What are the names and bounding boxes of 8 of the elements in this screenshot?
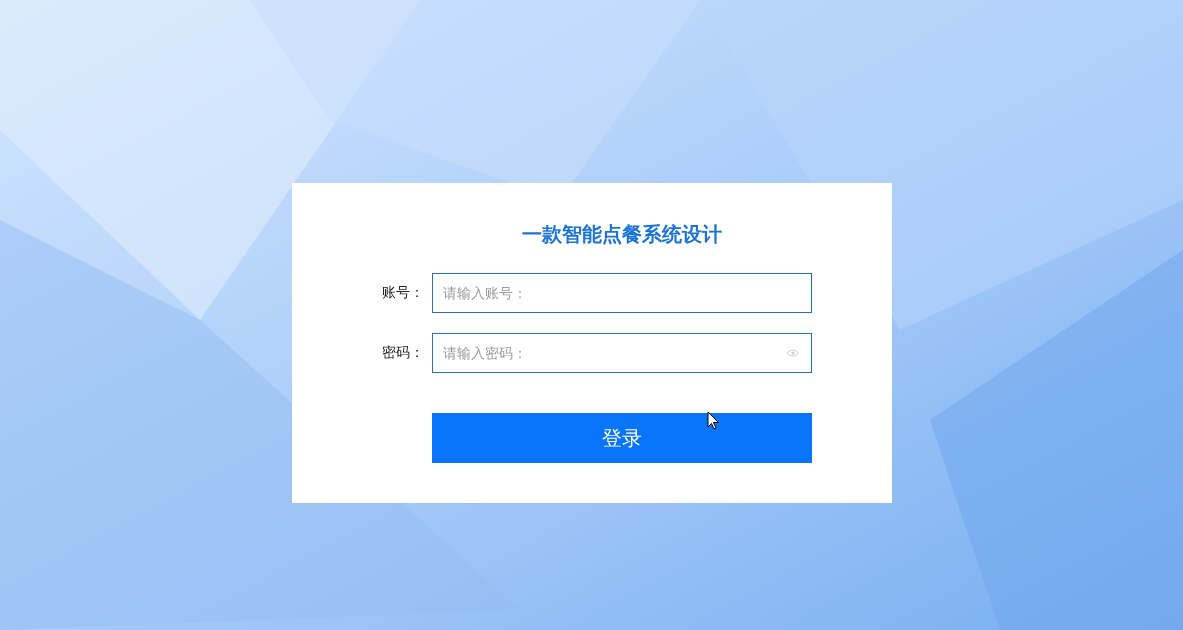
login-button[interactable]: 登录 — [431, 413, 812, 463]
field-label: 密码： — [380, 344, 424, 362]
account-field[interactable]: 请输入账号： — [431, 273, 812, 313]
login-title: 一款智能点餐系统设计 — [520, 221, 723, 248]
password-field[interactable]: 请输入密码： — [431, 333, 812, 373]
cursor-icon — [706, 411, 720, 430]
eye-icon[interactable] — [785, 349, 800, 357]
field-label: 账号： — [380, 284, 424, 302]
